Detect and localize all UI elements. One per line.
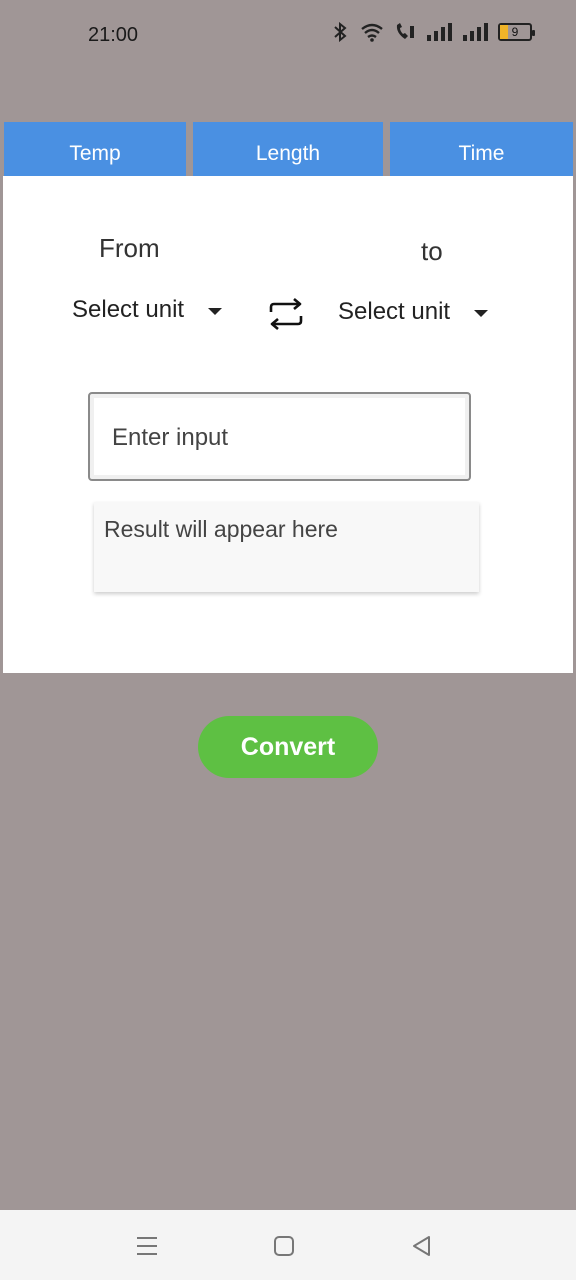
bluetooth-icon xyxy=(332,22,350,42)
to-label: to xyxy=(421,236,443,266)
menu-icon[interactable] xyxy=(133,1232,161,1260)
swap-icon[interactable] xyxy=(265,296,307,332)
battery-level: 9 xyxy=(511,25,519,39)
status-time: 21:00 xyxy=(88,24,139,46)
value-input-box xyxy=(88,392,471,481)
tab-time[interactable]: Time xyxy=(390,122,573,176)
battery-icon: 9 xyxy=(498,23,535,41)
signal-icon xyxy=(426,23,452,41)
to-unit-value: Select unit xyxy=(338,298,451,325)
signal-icon xyxy=(462,23,488,41)
home-icon[interactable] xyxy=(270,1232,298,1260)
back-icon[interactable] xyxy=(408,1232,436,1260)
status-icons: 9 xyxy=(332,22,535,42)
convert-button[interactable]: Convert xyxy=(198,716,378,778)
tab-temp[interactable]: Temp xyxy=(4,122,186,176)
from-unit-select[interactable]: Select unit xyxy=(72,296,223,324)
chevron-down-icon xyxy=(474,309,489,317)
from-unit-value: Select unit xyxy=(72,296,185,323)
unit-tabs: Temp Length Time xyxy=(0,122,576,176)
result-box: Result will appear here xyxy=(94,502,479,592)
tab-length[interactable]: Length xyxy=(193,122,383,176)
status-bar: 21:00 9 xyxy=(0,0,576,72)
to-unit-select[interactable]: Select unit xyxy=(338,298,489,326)
nav-bar xyxy=(0,1210,576,1280)
converter-card: From to Select unit Select unit Result w… xyxy=(3,176,573,673)
value-input[interactable] xyxy=(112,420,442,456)
wifi-icon xyxy=(360,22,384,42)
call-icon xyxy=(394,22,416,42)
chevron-down-icon xyxy=(208,307,223,315)
from-label: From xyxy=(99,233,160,263)
